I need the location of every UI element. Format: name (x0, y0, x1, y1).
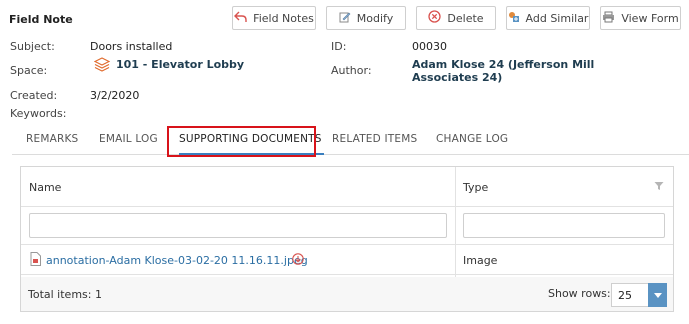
tab-supporting-documents[interactable]: SUPPORTING DOCUMENTS (179, 133, 322, 145)
tab-email-log[interactable]: EMAIL LOG (99, 133, 158, 145)
author-label: Author: (331, 64, 372, 77)
author-value[interactable]: Adam Klose 24 (Jefferson Mill Associates… (412, 58, 642, 84)
tab-bar: REMARKS EMAIL LOG SUPPORTING DOCUMENTS R… (12, 127, 689, 155)
space-value[interactable]: 101 - Elevator Lobby (116, 58, 244, 71)
tab-change-log[interactable]: CHANGE LOG (436, 133, 508, 145)
subject-value: Doors installed (90, 40, 173, 53)
keywords-label: Keywords: (10, 107, 67, 120)
column-header-type[interactable]: Type (463, 181, 488, 194)
active-tab-indicator (179, 153, 324, 155)
view-form-button[interactable]: View Form (600, 6, 681, 30)
delete-button[interactable]: Delete (416, 6, 496, 30)
page-title: Field Note (9, 13, 73, 26)
show-rows-label: Show rows: (548, 287, 611, 300)
id-label: ID: (331, 40, 347, 53)
subject-label: Subject: (10, 40, 55, 53)
id-value: 00030 (412, 40, 447, 53)
add-similar-label: Add Similar (525, 11, 589, 25)
printer-icon (602, 11, 615, 26)
filter-row (21, 207, 673, 245)
modify-button[interactable]: Modify (326, 6, 406, 30)
grid-header: Name Type (21, 167, 673, 207)
filter-icon[interactable] (654, 181, 664, 194)
view-form-label: View Form (621, 11, 679, 25)
total-items: Total items: 1 (28, 288, 102, 301)
grid-footer: Total items: 1 Show rows: 25 (21, 277, 673, 311)
image-file-icon (30, 252, 41, 269)
documents-grid: Name Type annotation-Adam Klose-03-02-20… (20, 166, 674, 312)
column-header-name[interactable]: Name (29, 181, 61, 194)
created-value: 3/2/2020 (90, 89, 140, 102)
table-row: annotation-Adam Klose-03-02-20 11.16.11.… (21, 245, 673, 275)
download-circle-icon[interactable] (292, 253, 304, 268)
created-label: Created: (10, 89, 58, 102)
tab-remarks[interactable]: REMARKS (26, 133, 78, 145)
delete-label: Delete (447, 11, 484, 25)
type-filter-input[interactable] (463, 213, 665, 238)
add-similar-button[interactable]: Add Similar (506, 6, 590, 30)
row-type: Image (463, 254, 498, 267)
rows-per-page-value: 25 (618, 289, 632, 302)
field-notes-label: Field Notes (253, 11, 314, 25)
layers-icon (93, 57, 111, 75)
document-link[interactable]: annotation-Adam Klose-03-02-20 11.16.11.… (46, 254, 308, 267)
caret-down-icon[interactable] (648, 283, 667, 307)
back-arrow-icon (234, 11, 247, 26)
field-notes-button[interactable]: Field Notes (232, 6, 316, 30)
tab-related-items[interactable]: RELATED ITEMS (332, 133, 417, 145)
delete-circle-icon (428, 10, 442, 26)
add-similar-icon (508, 11, 520, 26)
edit-icon (339, 11, 351, 26)
modify-label: Modify (356, 11, 394, 25)
name-filter-input[interactable] (29, 213, 447, 238)
rows-per-page-select[interactable]: 25 (611, 283, 667, 307)
space-label: Space: (10, 64, 48, 77)
